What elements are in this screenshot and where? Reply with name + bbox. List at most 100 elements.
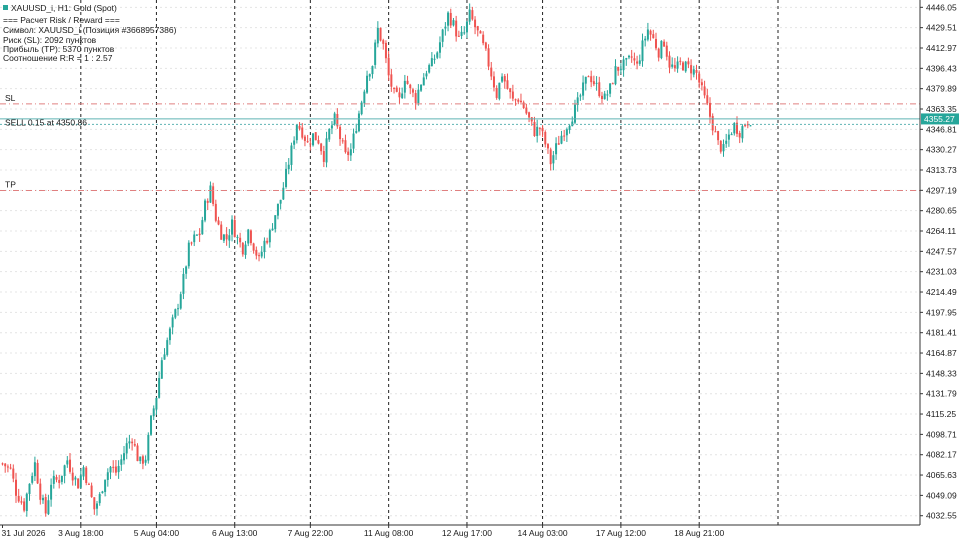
candle-body: [441, 29, 444, 42]
x-tick-label: 11 Aug 08:00: [364, 528, 414, 538]
candle: [663, 39, 666, 47]
candle-body: [139, 456, 142, 462]
candle: [398, 87, 401, 105]
candle-body: [519, 100, 522, 103]
candle: [195, 234, 198, 236]
candle: [498, 82, 501, 101]
candle: [36, 459, 39, 485]
candle-body: [44, 497, 47, 514]
candle-body: [484, 42, 487, 49]
candle: [150, 415, 153, 436]
candle-body: [287, 164, 290, 170]
candle-body: [117, 466, 120, 473]
candle-body: [133, 444, 136, 446]
candle-body: [393, 87, 396, 89]
candle: [55, 474, 58, 483]
candle: [609, 83, 612, 98]
candle: [301, 122, 304, 140]
candle: [128, 434, 131, 449]
candle: [344, 134, 347, 154]
candle: [42, 494, 45, 504]
candle: [185, 265, 188, 279]
candle-body: [255, 249, 258, 256]
candle-body: [236, 236, 239, 238]
y-tick-label: 4181.41: [926, 328, 957, 338]
candle: [6, 464, 9, 473]
candle: [260, 246, 263, 259]
candle: [98, 492, 101, 506]
candle-body: [490, 67, 493, 77]
candle-body: [309, 143, 312, 145]
candle-body: [498, 82, 501, 99]
y-tick-label: 4313.73: [926, 165, 957, 175]
candle-body: [422, 77, 425, 86]
y-tick-label: 4446.05: [926, 2, 957, 12]
candle: [560, 130, 563, 145]
candle-body: [706, 95, 709, 104]
candle: [376, 21, 379, 48]
candle: [295, 124, 298, 144]
candle: [163, 348, 166, 360]
candle-body: [384, 42, 387, 59]
candle: [330, 121, 333, 135]
candle-body: [528, 112, 531, 118]
candle-body: [406, 80, 409, 84]
candle-body: [96, 503, 99, 509]
y-tick-label: 4148.33: [926, 368, 957, 378]
candle: [555, 137, 558, 160]
candle: [657, 47, 660, 62]
candle: [420, 84, 423, 92]
stop-loss-label: SL: [5, 93, 16, 103]
candle: [395, 85, 398, 93]
candle: [177, 303, 180, 316]
candle-body: [387, 57, 390, 76]
candle-body: [123, 453, 126, 461]
y-tick-label: 4115.25: [926, 409, 956, 419]
candle-body: [433, 58, 436, 60]
y-tick-label: 4131.79: [926, 389, 957, 399]
candle-body: [368, 74, 371, 77]
candle-body: [563, 135, 566, 137]
candle: [325, 131, 328, 168]
candle-body: [379, 27, 382, 41]
price-chart[interactable]: SLSELL 0.15 at 4350.86TP XAUUSD_i, H1: G…: [0, 0, 960, 538]
x-tick-label: 18 Aug 21:00: [674, 528, 724, 538]
candle: [455, 15, 458, 42]
candle-body: [198, 233, 201, 236]
candle-body: [627, 55, 630, 58]
candle: [687, 57, 690, 69]
y-tick-label: 4264.11: [926, 226, 956, 236]
candle: [63, 464, 66, 484]
candle: [465, 20, 468, 39]
candle-body: [39, 483, 42, 500]
candle-body: [738, 133, 741, 138]
candle-body: [727, 134, 730, 140]
candle-body: [233, 219, 236, 238]
y-tick-label: 4429.51: [926, 23, 957, 33]
candle: [236, 234, 239, 245]
candle-body: [266, 240, 269, 243]
candle-body: [687, 61, 690, 65]
candle-body: [676, 61, 679, 69]
candle-body: [69, 459, 72, 472]
candle: [87, 482, 90, 485]
candle-body: [660, 40, 663, 59]
candle: [519, 93, 522, 103]
candle-body: [714, 131, 717, 133]
candle: [552, 150, 555, 171]
candle: [93, 497, 96, 515]
candle: [533, 116, 536, 137]
candle-body: [231, 219, 234, 235]
candle: [309, 137, 312, 151]
candle: [649, 29, 652, 41]
candle: [217, 216, 220, 226]
x-tick-label: 14 Aug 03:00: [518, 528, 568, 538]
candle: [471, 6, 474, 21]
candle: [198, 228, 201, 242]
candle-body: [506, 80, 509, 89]
x-tick-label: 5 Aug 04:00: [134, 528, 180, 538]
candle: [452, 17, 455, 27]
candle-body: [681, 62, 684, 71]
candle-body: [622, 59, 625, 71]
candle: [155, 397, 158, 416]
